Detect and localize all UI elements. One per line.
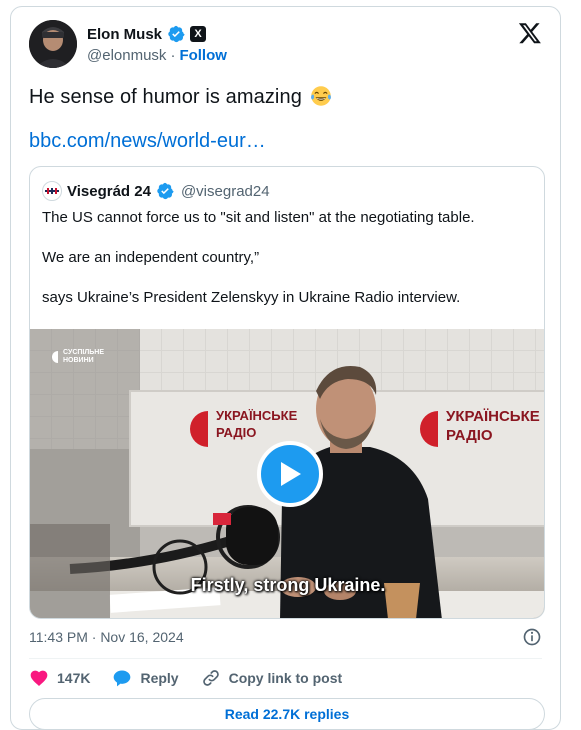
suspilne-logo-icon (52, 351, 58, 363)
quoted-text-line: The US cannot force us to "sit and liste… (42, 209, 475, 226)
like-count: 147K (57, 670, 91, 686)
visegrad-logo-icon (45, 188, 59, 194)
wall-sign-line: РАДІО (216, 425, 257, 440)
heart-icon (30, 670, 48, 686)
post-timestamp[interactable]: 11:43 PM · Nov 16, 2024 (29, 629, 184, 645)
tweet-link[interactable]: bbc.com/news/world-eur… (29, 130, 266, 153)
info-icon[interactable] (522, 627, 542, 647)
verified-badge-icon (168, 25, 185, 43)
reply-bubble-icon (114, 670, 131, 687)
tweet-text: He sense of humor is amazing (29, 85, 332, 109)
reply-label: Reply (140, 670, 179, 686)
wall-sign-left: УКРАЇНСЬКЕ РАДІО (216, 407, 297, 441)
tweet-text-body: He sense of humor is amazing (29, 86, 302, 108)
follow-button[interactable]: Follow (179, 47, 227, 64)
copy-link-button[interactable]: Copy link to post (201, 668, 343, 688)
author-info: Elon Musk X @elonmusk · Follow (87, 24, 227, 65)
wall-sign-right: УКРАЇНСЬКЕ РАДІО (446, 407, 540, 445)
quoted-author-handle[interactable]: @visegrad24 (181, 183, 270, 200)
x-affiliation-icon: X (190, 26, 207, 42)
author-handle[interactable]: @elonmusk (87, 47, 166, 64)
tweet-card: Elon Musk X @elonmusk · Follow He sense … (10, 6, 561, 730)
read-replies-button[interactable]: Read 22.7K replies (29, 698, 545, 730)
quoted-author-name[interactable]: Visegrád 24 (67, 183, 151, 200)
quoted-text-line: says Ukraine’s President Zelenskyy in Uk… (42, 289, 461, 306)
footer-divider (29, 658, 542, 659)
quoted-text-line: We are an independent country,” (42, 249, 260, 266)
x-logo-icon[interactable] (518, 21, 542, 45)
quoted-post-header: Visegrád 24 @visegrad24 (42, 181, 270, 201)
quoted-verified-badge-icon (157, 182, 174, 200)
copy-link-label: Copy link to post (228, 670, 343, 686)
author-name[interactable]: Elon Musk (87, 26, 162, 43)
quoted-avatar[interactable] (42, 181, 62, 201)
quoted-post[interactable]: Visegrád 24 @visegrad24 The US cannot fo… (29, 166, 545, 619)
play-button[interactable] (257, 441, 323, 507)
channel-logo-line: НОВИНИ (63, 357, 94, 364)
author-avatar[interactable] (29, 20, 77, 68)
video-player[interactable]: СУСПІЛЬНЕ НОВИНИ УКРАЇНСЬКЕ РАДІО УКРАЇН… (30, 329, 544, 618)
wall-sign-line: УКРАЇНСЬКЕ (216, 408, 298, 423)
action-bar: 147K Reply Copy link to post (29, 667, 342, 689)
handle-separator: · (170, 47, 176, 64)
reply-button[interactable]: Reply (112, 668, 179, 688)
video-subtitle: Firstly, strong Ukraine. (190, 575, 386, 595)
wall-sign-line: РАДІО (446, 427, 493, 444)
channel-logo: СУСПІЛЬНЕ НОВИНИ (50, 349, 104, 365)
play-icon (281, 462, 301, 486)
tears-of-joy-emoji-icon (310, 86, 331, 106)
link-icon (202, 670, 219, 686)
like-button[interactable]: 147K (29, 668, 90, 688)
wall-sign-line: УКРАЇНСЬКЕ (446, 408, 540, 425)
channel-logo-line: СУСПІЛЬНЕ (63, 349, 105, 356)
